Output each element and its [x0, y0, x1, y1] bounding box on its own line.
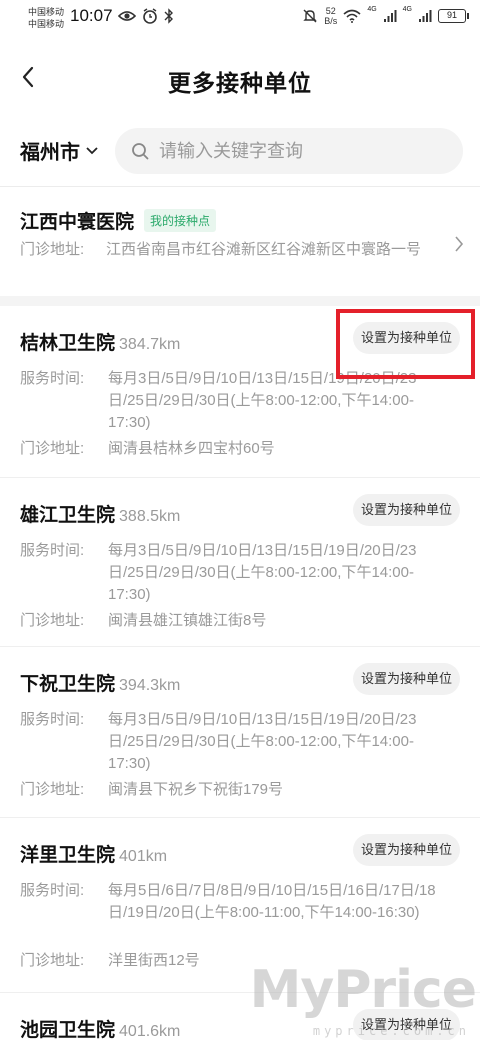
status-bar: 中国移动 中国移动 10:07 52 B/s 4G 4G 91	[0, 0, 480, 36]
net-speed-unit: B/s	[324, 16, 338, 26]
net-speed: 52 B/s	[324, 6, 337, 26]
address-label: 门诊地址:	[20, 440, 85, 457]
page-header: 更多接种单位	[0, 52, 480, 106]
service-time-row: 服务时间: 每月3日/5日/9日/10日/13日/15日/19日/20日/23日…	[20, 709, 445, 775]
status-time: 10:07	[70, 6, 113, 25]
carrier-info: 中国移动 中国移动	[28, 6, 64, 30]
set-unit-button[interactable]: 设置为接种单位	[352, 494, 460, 526]
chevron-right-icon[interactable]	[452, 233, 466, 255]
address-label: 门诊地址:	[20, 612, 85, 629]
unit-name: 池园卫生院	[20, 1020, 116, 1040]
service-time-value: 每月3日/5日/9日/10日/13日/15日/19日/20日/23日/25日/2…	[108, 542, 417, 603]
current-unit-name: 江西中寰医院	[20, 212, 135, 233]
signal-tag-1: 4G	[367, 6, 377, 13]
current-unit-address: 江西省南昌市红谷滩新区红谷滩新区中寰路一号	[106, 241, 422, 258]
watermark-url: myprice.com.cn	[312, 1024, 470, 1038]
set-unit-button[interactable]: 设置为接种单位	[352, 663, 460, 695]
list-item[interactable]: 雄江卫生院 388.5km 设置为接种单位 服务时间: 每月3日/5日/9日/1…	[0, 478, 480, 647]
unit-list: 桔林卫生院 384.7km 设置为接种单位 服务时间: 每月3日/5日/9日/1…	[0, 306, 480, 1040]
service-time-label: 服务时间:	[20, 711, 85, 728]
service-time-row: 服务时间: 每月3日/5日/9日/10日/13日/15日/19日/20日/23日…	[20, 540, 445, 606]
unit-header: 桔林卫生院 384.7km	[20, 328, 180, 355]
service-time-label: 服务时间:	[20, 882, 85, 899]
unit-distance: 394.3km	[119, 677, 181, 694]
unit-address: 闽清县雄江镇雄江街8号	[108, 612, 267, 629]
search-row: 福州市	[0, 126, 480, 176]
search-input[interactable]	[159, 140, 439, 162]
watermark-logo: MyPrice	[249, 960, 477, 1020]
service-time-label: 服务时间:	[20, 542, 85, 559]
wifi-icon	[343, 9, 361, 23]
alarm-icon	[143, 8, 157, 24]
unit-name: 桔林卫生院	[20, 333, 116, 354]
address-label: 门诊地址:	[20, 241, 85, 258]
unit-header: 池园卫生院 401.6km	[20, 1015, 180, 1040]
carrier-1: 中国移动	[28, 7, 65, 17]
unit-distance: 401km	[119, 848, 168, 865]
current-unit-header: 江西中寰医院 我的接种点	[20, 207, 217, 234]
my-unit-badge: 我的接种点	[144, 209, 217, 232]
unit-address: 闽清县下祝乡下祝街179号	[108, 781, 284, 798]
chevron-down-icon	[86, 146, 98, 154]
address-label: 门诊地址:	[20, 952, 85, 969]
carrier-2: 中国移动	[28, 19, 65, 29]
address-label: 门诊地址:	[20, 781, 85, 798]
bluetooth-icon	[164, 8, 173, 24]
status-icons-right: 52 B/s 4G 4G 91	[302, 6, 469, 26]
battery-indicator: 91	[438, 9, 469, 23]
search-icon	[132, 143, 149, 160]
signal-icon	[383, 10, 397, 22]
address-row: 门诊地址: 闽清县雄江镇雄江街8号	[20, 610, 445, 632]
unit-distance: 384.7km	[119, 336, 181, 353]
address-row: 门诊地址: 闽清县桔林乡四宝村60号	[20, 438, 445, 460]
current-unit-address-row: 门诊地址: 江西省南昌市红谷滩新区红谷滩新区中寰路一号	[20, 239, 450, 261]
service-time-value: 每月5日/6日/7日/8日/9日/10日/15日/16日/17日/18日/19日…	[108, 882, 436, 921]
unit-name: 下祝卫生院	[20, 674, 116, 695]
mute-icon	[303, 9, 317, 23]
page-title: 更多接种单位	[168, 70, 312, 96]
unit-distance: 388.5km	[119, 508, 181, 525]
unit-distance: 401.6km	[119, 1023, 181, 1040]
current-unit-card[interactable]: 江西中寰医院 我的接种点 门诊地址: 江西省南昌市红谷滩新区红谷滩新区中寰路一号	[0, 187, 480, 295]
unit-name: 洋里卫生院	[20, 845, 116, 866]
address-row: 门诊地址: 闽清县下祝乡下祝街179号	[20, 779, 445, 801]
city-label: 福州市	[20, 142, 80, 164]
unit-header: 下祝卫生院 394.3km	[20, 669, 180, 696]
status-icons-left	[118, 8, 174, 24]
unit-address: 闽清县桔林乡四宝村60号	[108, 440, 275, 457]
unit-header: 洋里卫生院 401km	[20, 840, 167, 867]
city-selector[interactable]: 福州市	[20, 136, 98, 165]
eye-icon	[118, 11, 136, 21]
service-time-value: 每月3日/5日/9日/10日/13日/15日/19日/20日/23日/25日/2…	[108, 711, 417, 772]
unit-header: 雄江卫生院 388.5km	[20, 500, 180, 527]
service-time-label: 服务时间:	[20, 370, 85, 387]
set-unit-button[interactable]: 设置为接种单位	[352, 834, 460, 866]
highlight-annotation-box	[336, 309, 475, 379]
net-speed-value: 52	[325, 6, 336, 16]
signal-icon	[419, 10, 432, 22]
list-item[interactable]: 下祝卫生院 394.3km 设置为接种单位 服务时间: 每月3日/5日/9日/1…	[0, 647, 480, 818]
unit-name: 雄江卫生院	[20, 505, 116, 526]
search-box[interactable]	[115, 128, 463, 174]
section-separator	[0, 296, 480, 306]
signal-tag-2: 4G	[402, 6, 412, 13]
service-time-row: 服务时间: 每月5日/6日/7日/8日/9日/10日/15日/16日/17日/1…	[20, 880, 445, 924]
